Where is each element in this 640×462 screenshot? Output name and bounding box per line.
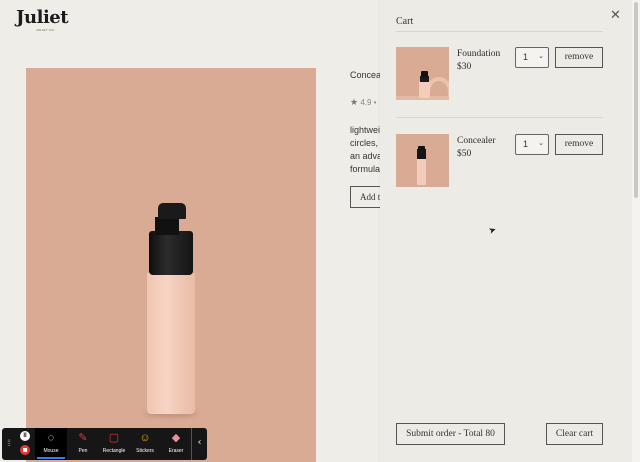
chevron-down-icon: ⌄ bbox=[538, 53, 544, 60]
rating-value: 4.9 • bbox=[360, 98, 377, 107]
cart-item-name: Concealer bbox=[457, 136, 496, 146]
divider bbox=[396, 117, 603, 118]
close-icon[interactable]: ✕ bbox=[610, 8, 621, 23]
star-icon: ★ bbox=[350, 97, 359, 107]
active-indicator bbox=[37, 457, 65, 459]
drag-handle-icon[interactable]: ⁞⁞ bbox=[7, 438, 11, 448]
chevron-left-icon[interactable]: ‹ bbox=[191, 428, 207, 460]
cart-item-name: Foundation bbox=[457, 49, 501, 59]
mouse-icon: ◌ bbox=[47, 432, 55, 444]
tool-label: Eraser bbox=[168, 448, 184, 454]
logo-text: Juliet bbox=[16, 7, 69, 28]
tool-eraser[interactable]: ◆ Eraser bbox=[160, 428, 192, 460]
chevron-down-icon: ⌄ bbox=[538, 140, 544, 147]
cart-item-price: $30 bbox=[457, 62, 472, 72]
quantity-value: 1 bbox=[523, 139, 529, 149]
brand-logo[interactable]: Juliet JULIET CO. bbox=[16, 7, 69, 33]
quantity-value: 1 bbox=[523, 52, 529, 62]
clear-cart-button[interactable]: Clear cart bbox=[546, 423, 603, 445]
foundation-thumbnail bbox=[396, 47, 449, 100]
tool-pen[interactable]: ✎ Pen bbox=[67, 428, 99, 460]
recording-toolbar: ⁞⁞ II ◌ Mouse ✎ Pen ▢ Rectangle ☺ Sticke… bbox=[2, 428, 207, 460]
remove-button[interactable]: remove bbox=[555, 134, 603, 155]
cart-title: Cart bbox=[396, 16, 414, 27]
rectangle-icon: ▢ bbox=[108, 432, 120, 444]
remove-button[interactable]: remove bbox=[555, 47, 603, 68]
tool-stickers[interactable]: ☺ Stickers bbox=[129, 428, 161, 460]
logo-tagline: JULIET CO. bbox=[36, 28, 56, 32]
cart-item-price: $50 bbox=[457, 149, 472, 159]
sticker-icon: ☺ bbox=[139, 432, 151, 444]
concealer-bottle-illustration bbox=[144, 203, 198, 417]
pause-icon[interactable]: II bbox=[20, 431, 30, 441]
cart-item: Foundation $30 1 ⌄ remove bbox=[396, 47, 603, 103]
stop-record-icon[interactable] bbox=[20, 445, 30, 455]
pen-icon: ✎ bbox=[78, 432, 88, 444]
divider bbox=[396, 31, 603, 32]
product-hero-image bbox=[26, 68, 316, 462]
cart-drawer: Cart ✕ Foundation $30 1 ⌄ remove Conceal… bbox=[380, 0, 632, 462]
quantity-select[interactable]: 1 ⌄ bbox=[515, 134, 549, 155]
tool-rectangle[interactable]: ▢ Rectangle bbox=[98, 428, 130, 460]
submit-order-button[interactable]: Submit order - Total 80 bbox=[396, 423, 505, 445]
cart-item: Concealer $50 1 ⌄ remove bbox=[396, 134, 603, 190]
eraser-icon: ◆ bbox=[171, 432, 181, 444]
quantity-select[interactable]: 1 ⌄ bbox=[515, 47, 549, 68]
concealer-thumbnail bbox=[396, 134, 449, 187]
tool-mouse[interactable]: ◌ Mouse bbox=[35, 428, 67, 460]
scrollbar-thumb[interactable] bbox=[634, 2, 638, 198]
